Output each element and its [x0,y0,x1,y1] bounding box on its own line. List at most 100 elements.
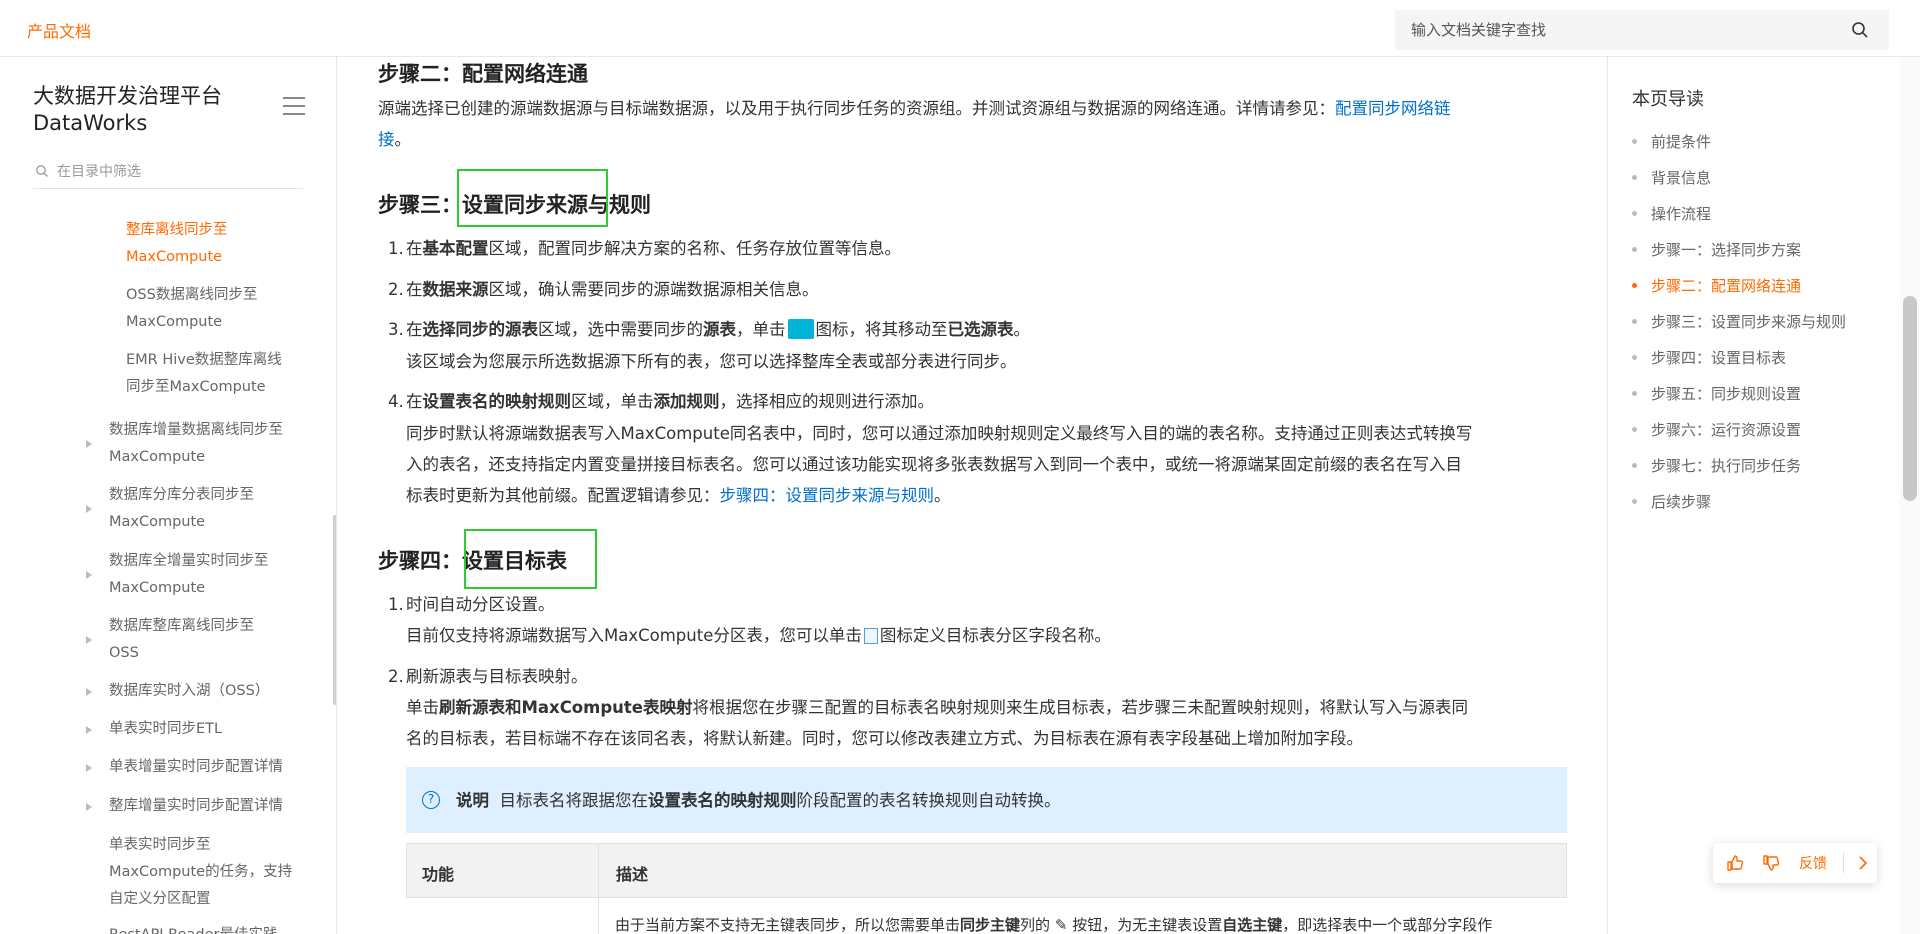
edit-icon[interactable]: ✎ [1055,916,1068,934]
network-config-link[interactable]: 配置同步网络链 [1335,99,1451,118]
feedback-widget: 反馈 [1713,843,1877,883]
sidebar-filter-input[interactable] [57,160,287,184]
toc-item[interactable]: 背景信息 [1632,167,1711,188]
toc-item[interactable]: 步骤一：选择同步方案 [1632,239,1801,260]
caret-right-icon[interactable] [86,688,92,696]
thumbs-down-icon[interactable] [1761,853,1781,873]
toc-item[interactable]: 步骤七：执行同步任务 [1632,455,1801,476]
brand-link[interactable]: 产品文档 [27,18,91,42]
list-number: 2. [388,280,404,299]
move-right-icon [787,319,814,339]
sidebar-item-whole-incr-realtime[interactable]: 整库增量实时同步配置详情 [109,793,283,820]
list-item: 在设置表名的映射规则区域，单击添加规则，选择相应的规则进行添加。 [406,392,934,411]
sidebar-item-label: MaxCompute [109,580,206,596]
sidebar-item-label: 数据库增量数据离线同步至 [109,422,283,438]
doc-sidebar: 大数据开发治理平台 DataWorks 整库离线同步至 MaxCompute O… [0,57,337,934]
list-number: 2. [388,667,404,686]
step4-rules-link[interactable]: 步骤四：设置同步来源与规则 [720,486,935,505]
sidebar-item-label: RestAPI Reader最佳实践 [109,922,277,934]
search-icon [36,165,48,177]
sidebar-item-label: MaxCompute [126,314,223,330]
table-divider [598,843,599,934]
list-number: 4. [388,392,404,411]
sidebar-item-label: 数据库实时入湖（OSS） [109,683,270,699]
sidebar-item-emr-hive-mc[interactable]: EMR Hive数据整库离线 同步至MaxCompute [126,347,282,401]
table-header: 功能 描述 [406,843,1567,898]
sidebar-item-db-full-incr-mc[interactable]: 数据库全增量实时同步至 MaxCompute [109,548,269,602]
network-config-link-cont[interactable]: 接 [378,130,395,149]
toc-title: 本页导读 [1632,89,1704,110]
highlight-box [464,529,597,589]
caret-right-icon[interactable] [86,803,92,811]
toc-item[interactable]: 步骤六：运行资源设置 [1632,419,1801,440]
list-number: 1. [388,595,404,614]
sidebar-item-label: MaxCompute [109,514,206,530]
heading-step2: 步骤二：配置网络连通 [378,62,588,86]
sidebar-item-label: 单表实时同步至 [109,837,211,853]
toc-item[interactable]: 步骤五：同步规则设置 [1632,383,1801,404]
page-scrollbar-thumb[interactable] [1903,296,1917,501]
thumbs-up-icon[interactable] [1725,853,1745,873]
sidebar-item-label: 数据库全增量实时同步至 [109,553,269,569]
sidebar-item-label: MaxCompute [126,249,223,265]
list-item: 刷新源表与目标表映射。 [406,667,588,686]
list-item-sub: 目前仅支持将源端数据写入MaxCompute分区表，您可以单击 图标定义目标表分区… [406,626,1111,645]
list-number: 3. [388,320,404,339]
sidebar-item-label: 单表实时同步ETL [109,721,223,737]
sidebar-item-whole-db-offline-mc[interactable]: 整库离线同步至 MaxCompute [126,217,228,271]
sidebar-item-restapi-reader[interactable]: RestAPI Reader最佳实践 [109,922,277,934]
toc-item-active[interactable]: 步骤二：配置网络连通 [1632,275,1801,296]
caret-right-icon[interactable] [86,440,92,448]
menu-toggle-icon[interactable] [283,97,305,115]
sidebar-item-db-incremental-mc[interactable]: 数据库增量数据离线同步至 MaxCompute [109,417,283,471]
caret-right-icon[interactable] [86,505,92,513]
list-item: 时间自动分区设置。 [406,595,555,614]
search-icon[interactable] [1851,21,1869,39]
divider [1843,853,1844,873]
sidebar-item-label: OSS [109,645,139,661]
sidebar-scrollbar[interactable] [333,515,336,705]
toc-item[interactable]: 前提条件 [1632,131,1711,152]
sidebar-item-db-offline-oss[interactable]: 数据库整库离线同步至 OSS [109,613,254,667]
top-header: 产品文档 [0,0,1920,57]
sidebar-item-label: 自定义分区配置 [109,891,211,907]
caret-right-icon[interactable] [86,764,92,772]
sidebar-item-db-shard-mc[interactable]: 数据库分库分表同步至 MaxCompute [109,482,254,536]
help-circle-icon: ? [422,791,440,809]
sidebar-item-label: 数据库整库离线同步至 [109,618,254,634]
list-number: 1. [388,239,404,258]
list-item-sub: 单击刷新源表和MaxCompute表映射将根据您在步骤三配置的目标表名映射规则来… [406,698,1468,748]
search-input[interactable] [1411,10,1831,50]
table-header-desc: 描述 [616,865,649,884]
toc-item[interactable]: 操作流程 [1632,203,1711,224]
list-item: 在数据来源区域，确认需要同步的源端数据源相关信息。 [406,280,819,299]
caret-right-icon[interactable] [86,571,92,579]
table-header-feature: 功能 [422,865,455,884]
sidebar-item-label: 数据库分库分表同步至 [109,487,254,503]
toc-item[interactable]: 步骤四：设置目标表 [1632,347,1786,368]
sidebar-item-label: 单表增量实时同步配置详情 [109,759,283,775]
chevron-right-icon[interactable] [1854,853,1872,873]
sidebar-item-single-realtime-etl[interactable]: 单表实时同步ETL [109,716,222,743]
note-callout: ? 说明 目标表名将跟据您在设置表名的映射规则阶段配置的表名转换规则自动转换。 [406,767,1567,833]
doc-search [1395,10,1889,50]
sidebar-item-db-realtime-lake[interactable]: 数据库实时入湖（OSS） [109,678,269,705]
caret-right-icon[interactable] [86,726,92,734]
note-label: 说明 [456,791,489,810]
sidebar-item-label: EMR Hive数据整库离线 [126,352,282,368]
sidebar-item-single-realtime-mc-partition[interactable]: 单表实时同步至 MaxCompute的任务，支持 自定义分区配置 [109,832,292,913]
sidebar-item-oss-offline-mc[interactable]: OSS数据离线同步至 MaxCompute [126,282,257,336]
list-item-sub: 该区域会为您展示所选数据源下所有的表，您可以选择整库全表或部分表进行同步。 [406,352,1017,371]
sidebar-item-label: 整库离线同步至 [126,222,228,238]
toc-item[interactable]: 步骤三：设置同步来源与规则 [1632,311,1846,332]
list-item: 在选择同步的源表区域，选中需要同步的源表，单击 图标，将其移动至已选源表。 [406,319,1030,339]
table-row: 由于当前方案不支持无主键表同步，所以您需要单击同步主键列的 ✎ 按钮，为无主键表… [615,916,1493,934]
highlight-box [457,169,608,227]
sidebar-item-label: OSS数据离线同步至 [126,287,258,303]
caret-right-icon[interactable] [86,636,92,644]
feedback-button[interactable]: 反馈 [1799,853,1827,873]
sidebar-item-label: MaxCompute [109,449,206,465]
sidebar-item-label: 整库增量实时同步配置详情 [109,798,283,814]
sidebar-item-single-incr-realtime[interactable]: 单表增量实时同步配置详情 [109,754,283,781]
toc-item[interactable]: 后续步骤 [1632,491,1711,512]
